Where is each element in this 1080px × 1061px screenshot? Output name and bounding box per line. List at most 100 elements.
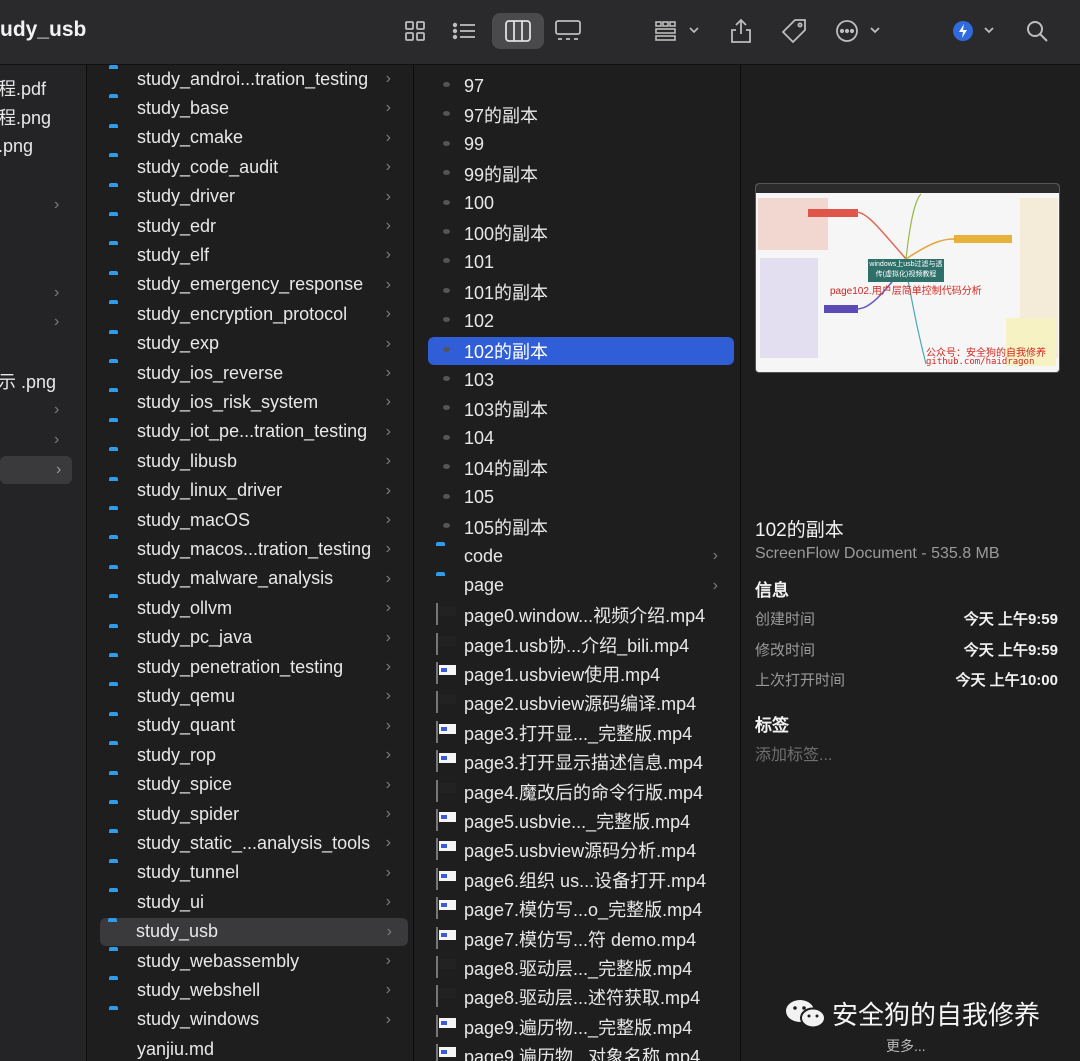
file-row[interactable]: page1.usbview使用.mp4 [428,660,734,688]
folder-row[interactable]: study_elf › [101,241,407,269]
folder-row[interactable]: study_cmake › [101,124,407,152]
file-row[interactable]: 103 [428,366,734,394]
list-item[interactable]: 示 .png [0,367,56,395]
icon-view-icon[interactable] [400,13,430,49]
file-row[interactable]: 103的副本 [428,395,734,423]
folder-row[interactable]: study_ios_risk_system › [101,388,407,416]
folder-row[interactable]: yanjiu.md [101,1035,407,1061]
file-row[interactable]: page5.usbview源码分析.mp4 [428,836,734,864]
chevron-right-icon: › [385,775,391,793]
folder-row[interactable]: study_penetration_testing › [101,653,407,681]
folder-row-selected[interactable]: study_usb › [100,917,408,946]
file-row[interactable]: page2.usbview源码编译.mp4 [428,689,734,717]
list-item[interactable]: 程.png [0,103,51,131]
file-row[interactable]: page7.模仿写...符 demo.mp4 [428,925,734,953]
list-view-icon[interactable] [449,13,479,49]
folder-row[interactable]: study_edr › [101,212,407,240]
folder-row[interactable]: study_encryption_protocol › [101,300,407,328]
chevron-right-icon: › [385,422,391,440]
more-link[interactable]: 更多... [886,1036,926,1056]
file-row[interactable]: page8.驱动层...述符获取.mp4 [428,983,734,1011]
preview-thumbnail[interactable]: windows上usb过滤与透传(虚拟化)视频教程 page102.用户层简单控… [755,183,1060,373]
column-view-icon[interactable] [492,13,544,49]
folder-row[interactable]: study_tunnel › [101,859,407,887]
folder-row[interactable]: study_code_audit › [101,153,407,181]
file-row[interactable]: page0.window...视频介绍.mp4 [428,601,734,629]
folder-row[interactable]: study_macos...tration_testing › [101,535,407,563]
file-row[interactable]: 101 [428,248,734,276]
file-row[interactable]: 99的副本 [428,160,734,188]
folder-row[interactable]: study_iot_pe...tration_testing › [101,418,407,446]
folder-row[interactable]: study_macOS › [101,506,407,534]
folder-row[interactable]: study_spice › [101,771,407,799]
folder-row[interactable]: study_malware_analysis › [101,565,407,593]
file-row[interactable]: page9.遍历物..._完整版.mp4 [428,1013,734,1041]
file-row[interactable]: 99 [428,131,734,159]
file-row[interactable]: 100 [428,190,734,218]
file-row[interactable]: 104的副本 [428,454,734,482]
group-icon[interactable] [652,13,704,49]
chevron-right-icon: › [386,922,392,940]
file-name: 105的副本 [464,518,549,538]
folder-row[interactable]: study_androi...tration_testing › [101,65,407,93]
tag-icon[interactable] [778,13,810,49]
file-row[interactable]: 97 [428,72,734,100]
list-item-selected[interactable]: › [0,456,72,484]
file-name: 103的副本 [464,400,549,421]
folder-row[interactable]: study_static_...analysis_tools › [101,829,407,857]
file-name: 104 [464,428,495,449]
folder-row[interactable]: study_emergency_response › [101,271,407,299]
file-row[interactable]: page7.模仿写...o_完整版.mp4 [428,895,734,923]
folder-name: study_base [137,97,230,118]
folder-row[interactable]: study_driver › [101,183,407,211]
file-row[interactable]: page4.魔改后的命令行版.mp4 [428,778,734,806]
folder-row[interactable]: study_exp › [101,330,407,358]
folder-name: study_driver [137,186,236,207]
folder-row[interactable]: study_libusb › [101,447,407,475]
folder-row[interactable]: study_windows › [101,1006,407,1034]
more-icon[interactable] [834,13,886,49]
file-row[interactable]: 105的副本 [428,513,734,541]
list-item[interactable]: .png [0,132,33,160]
gallery-view-icon[interactable] [552,13,584,49]
folder-row[interactable]: study_linux_driver › [101,477,407,505]
folder-row[interactable]: study_qemu › [101,682,407,710]
folder-row[interactable]: study_webshell › [101,976,407,1004]
screenflow-document-icon [436,134,458,156]
folder-row[interactable]: study_ios_reverse › [101,359,407,387]
markdown-file-icon [109,1038,131,1060]
folder-row[interactable]: study_spider › [101,800,407,828]
file-row[interactable]: 104 [428,425,734,453]
file-row[interactable]: page3.打开显..._完整版.mp4 [428,719,734,747]
file-row[interactable]: 100的副本 [428,219,734,247]
file-row[interactable]: page1.usb协...介绍_bili.mp4 [428,631,734,659]
folder-row[interactable]: study_quant › [101,712,407,740]
airdrop-icon[interactable] [950,13,1000,49]
file-row-selected[interactable]: 102的副本 [428,336,734,365]
file-row[interactable]: page9.遍历物...对象名称.mp4 [428,1042,734,1061]
file-row[interactable]: 105 [428,484,734,512]
file-row[interactable]: code › [428,542,734,570]
file-row[interactable]: 97的副本 [428,101,734,129]
list-item[interactable]: 程.pdf [0,74,46,102]
folder-row[interactable]: study_ollvm › [101,594,407,622]
folder-name: study_webshell [137,979,261,1000]
file-row[interactable]: page8.驱动层..._完整版.mp4 [428,954,734,982]
tags-input[interactable]: 添加标签... [755,741,832,765]
share-icon[interactable] [726,13,756,49]
folder-row[interactable]: study_webassembly › [101,947,407,975]
file-row[interactable]: page6.组织 us...设备打开.mp4 [428,866,734,894]
folder-row[interactable]: study_base › [101,94,407,122]
file-row[interactable]: page › [428,572,734,600]
file-row[interactable]: page5.usbvie..._完整版.mp4 [428,807,734,835]
file-row[interactable]: page3.打开显示描述信息.mp4 [428,748,734,776]
file-row[interactable]: 101的副本 [428,278,734,306]
screenflow-document-icon [436,251,458,273]
video-file-icon [436,897,458,920]
folder-row[interactable]: study_pc_java › [101,624,407,652]
folder-row[interactable]: study_rop › [101,741,407,769]
file-row[interactable]: 102 [428,307,734,335]
search-icon[interactable] [1022,13,1052,49]
folder-row[interactable]: study_ui › [101,888,407,916]
chevron-right-icon: › [385,834,391,852]
